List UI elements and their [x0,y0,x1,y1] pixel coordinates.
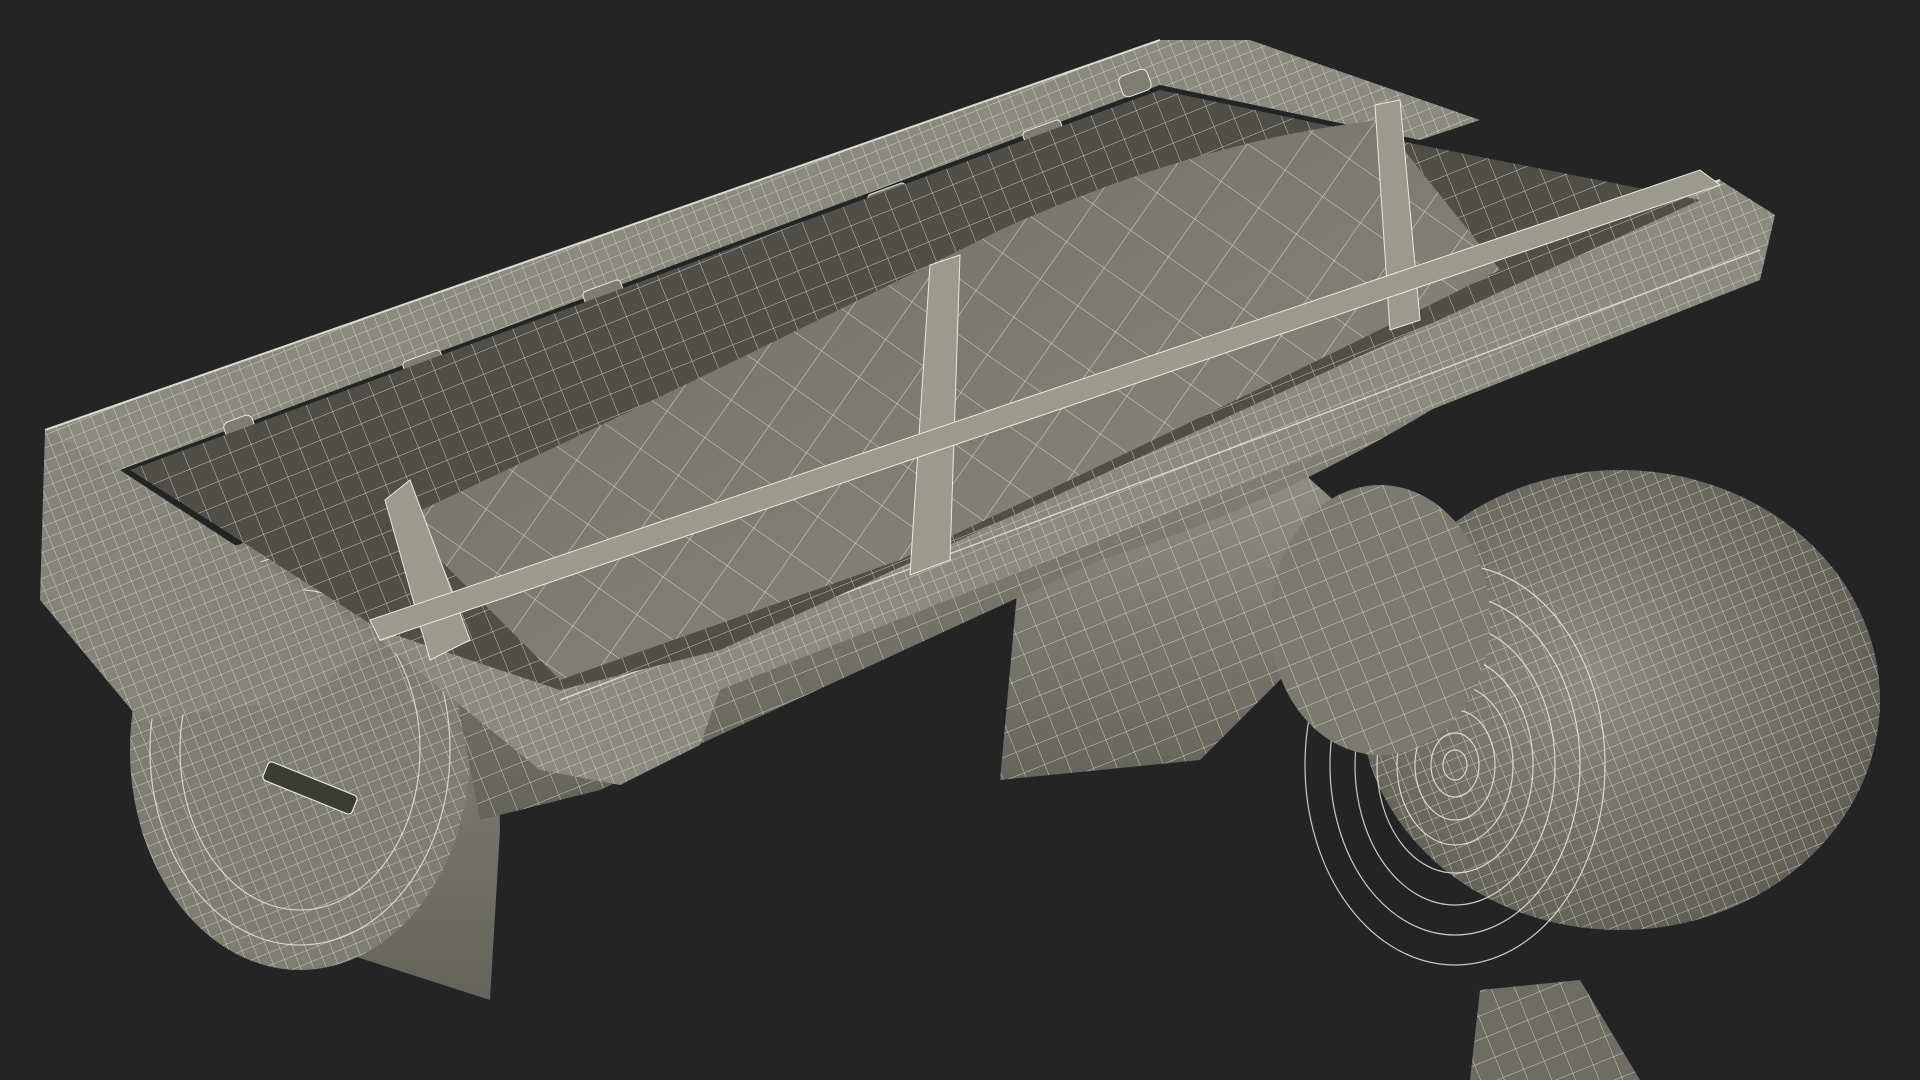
ball-joint [1270,470,1880,966]
render-viewport [0,0,1920,1080]
wireframe-render [40,39,1880,1080]
